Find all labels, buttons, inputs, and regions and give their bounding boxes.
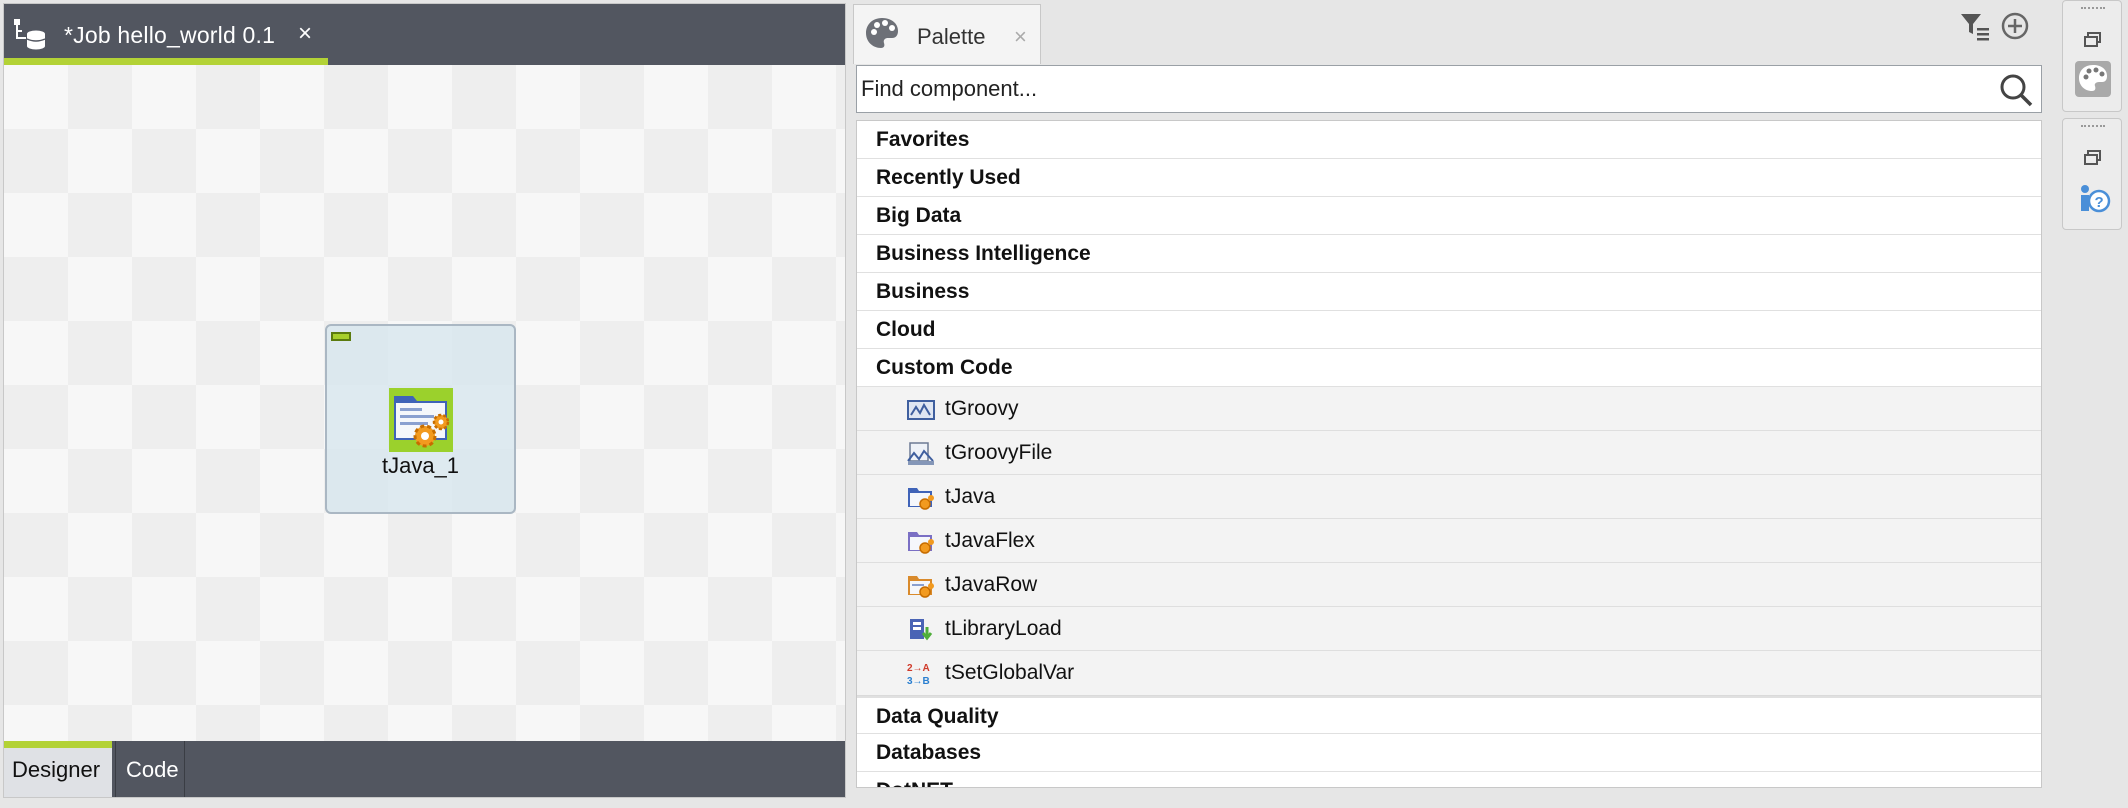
category-business-intelligence[interactable]: Business Intelligence [857, 235, 2041, 273]
component-tsetglobalvar[interactable]: 2→A 3→B tSetGlobalVar [857, 651, 2041, 695]
svg-text:3→B: 3→B [907, 676, 930, 687]
component-label: tJava_1 [381, 453, 460, 478]
job-icon [14, 19, 46, 50]
palette-tree: Favorites Recently Used Big Data Busines… [856, 120, 2042, 788]
trim-stack-palette [2062, 0, 2122, 112]
java-icon [908, 488, 934, 510]
palette-icon [866, 18, 898, 48]
search-icon[interactable] [1999, 73, 2033, 107]
component-tgroovy[interactable]: tGroovy [857, 387, 2041, 431]
designer-canvas[interactable]: tJava_1 [4, 65, 845, 741]
restore-icon[interactable] [2075, 23, 2111, 59]
add-icon[interactable] [1999, 10, 2031, 42]
tab-code[interactable]: Code [115, 741, 185, 797]
java-component-icon [389, 388, 453, 452]
category-cloud[interactable]: Cloud [857, 311, 2041, 349]
groovy-file-icon [907, 442, 934, 465]
palette-tab[interactable]: Palette × [853, 4, 1041, 64]
component-tgroovyfile[interactable]: tGroovyFile [857, 431, 2041, 475]
trim-stack-help: ? [2062, 118, 2122, 230]
component-tjavaflex[interactable]: tJavaFlex [857, 519, 2041, 563]
filter-settings-icon[interactable] [1959, 10, 1991, 42]
category-favorites[interactable]: Favorites [857, 121, 2041, 159]
close-icon[interactable]: × [298, 22, 312, 46]
tab-designer[interactable]: Designer [4, 741, 112, 797]
svg-text:2→A: 2→A [907, 663, 930, 674]
set-global-var-icon: 2→A 3→B [907, 663, 930, 687]
palette-icon [2079, 65, 2107, 91]
job-editor: *Job hello_world 0.1 × tJava_1 Designer … [3, 3, 846, 798]
tjava-component-node[interactable]: tJava_1 [325, 324, 516, 514]
component-tjava[interactable]: tJava [857, 475, 2041, 519]
category-dotnet[interactable]: DotNET [857, 772, 2041, 787]
component-name: tGroovy [945, 397, 1019, 420]
component-status-marker [331, 332, 351, 341]
category-business[interactable]: Business [857, 273, 2041, 311]
component-name: tJava [945, 485, 996, 508]
svg-text:?: ? [2095, 194, 2104, 211]
category-recently-used[interactable]: Recently Used [857, 159, 2041, 197]
java-flex-icon [908, 532, 934, 554]
restore-icon[interactable] [2075, 141, 2111, 177]
groovy-icon [907, 400, 935, 420]
palette-view: Palette × Favorites Recently Used Big Da… [853, 0, 2045, 798]
drag-grip[interactable] [2081, 7, 2105, 11]
component-search [856, 65, 2042, 113]
component-name: tGroovyFile [945, 441, 1053, 464]
category-data-quality[interactable]: Data Quality [857, 696, 2041, 734]
library-load-icon [910, 619, 933, 641]
drag-grip[interactable] [2081, 125, 2105, 129]
search-input[interactable] [861, 72, 1991, 106]
component-tjavarow[interactable]: tJavaRow [857, 563, 2041, 607]
component-name: tJavaRow [945, 573, 1038, 596]
active-tab-indicator [4, 58, 328, 65]
help-icon[interactable]: ? [2075, 181, 2111, 217]
editor-tab-bar: *Job hello_world 0.1 × [4, 4, 845, 65]
job-editor-tab[interactable]: *Job hello_world 0.1 × [4, 4, 328, 65]
palette-title: Palette [917, 24, 986, 49]
editor-tab-title: *Job hello_world 0.1 [64, 22, 276, 48]
component-tlibraryload[interactable]: tLibraryLoad [857, 607, 2041, 651]
category-big-data[interactable]: Big Data [857, 197, 2041, 235]
category-custom-code[interactable]: Custom Code [857, 349, 2041, 387]
component-name: tLibraryLoad [945, 617, 1062, 640]
close-icon[interactable]: × [1014, 26, 1027, 48]
custom-code-components: tGroovy tGroovyFile tJava tJavaFlex tJav… [857, 387, 2041, 696]
category-databases[interactable]: Databases [857, 734, 2041, 772]
component-name: tSetGlobalVar [945, 661, 1075, 684]
component-name: tJavaFlex [945, 529, 1035, 552]
palette-trim-button[interactable] [2075, 61, 2111, 97]
java-row-icon [908, 576, 934, 598]
editor-bottom-tabs: Designer Code [4, 741, 845, 797]
